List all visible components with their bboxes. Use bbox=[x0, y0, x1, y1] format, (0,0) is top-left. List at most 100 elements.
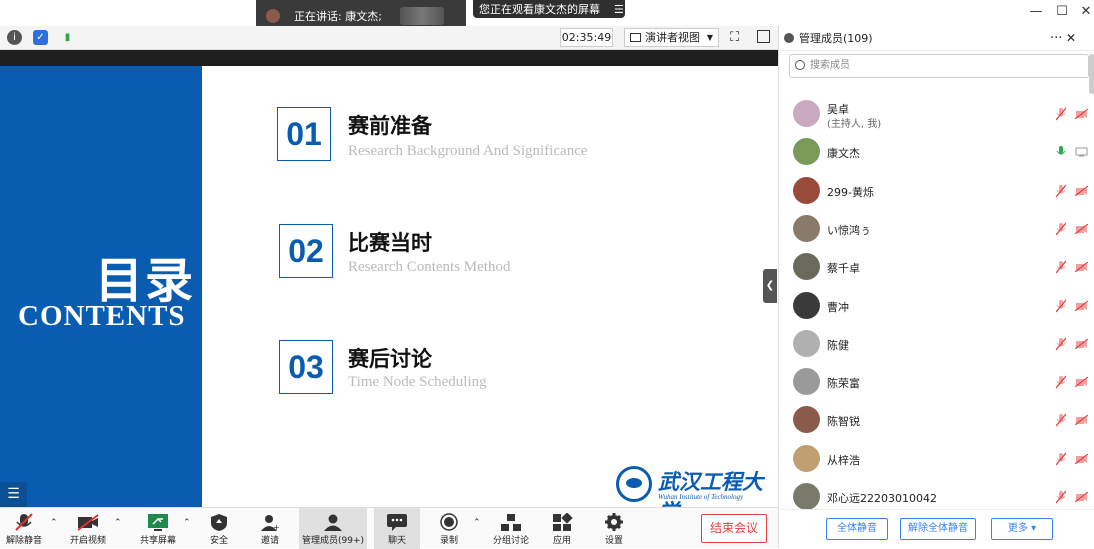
mic-muted-icon[interactable] bbox=[1055, 107, 1067, 121]
screen-share-icon[interactable] bbox=[1075, 147, 1088, 157]
chat-button[interactable]: 聊天 bbox=[374, 508, 420, 549]
video-off-icon[interactable] bbox=[1074, 376, 1089, 388]
item-number: 01 bbox=[277, 107, 331, 161]
mic-muted-icon[interactable] bbox=[1055, 299, 1067, 313]
chevron-up-icon[interactable]: ⌃ bbox=[50, 518, 58, 528]
member-row[interactable]: 曹冲 bbox=[779, 287, 1094, 325]
member-row[interactable]: 陈健 bbox=[779, 325, 1094, 363]
mic-muted-icon[interactable] bbox=[1055, 375, 1067, 389]
mic-muted-icon[interactable] bbox=[1055, 184, 1067, 198]
video-off-icon[interactable] bbox=[1074, 414, 1089, 426]
mute-all-button[interactable]: 全体静音 bbox=[826, 518, 888, 540]
mic-active-icon[interactable] bbox=[1056, 145, 1066, 159]
mic-muted-icon[interactable] bbox=[1055, 490, 1067, 504]
member-row[interactable]: 蔡千卓 bbox=[779, 248, 1094, 286]
item-title: 比赛当时 bbox=[348, 231, 432, 255]
member-role-note: (主持人, 我) bbox=[827, 119, 882, 130]
view-mode-label: 演讲者视图 bbox=[645, 31, 700, 44]
member-avatar bbox=[793, 176, 820, 204]
mic-muted-icon[interactable] bbox=[1055, 222, 1067, 236]
mic-muted-icon[interactable] bbox=[1055, 413, 1067, 427]
maximize-icon[interactable]: ☐ bbox=[1052, 3, 1072, 21]
video-off-icon[interactable] bbox=[1074, 261, 1089, 273]
security-button[interactable]: 安全 bbox=[201, 508, 237, 549]
signal-icon[interactable]: ▮ bbox=[60, 30, 75, 45]
members-icon bbox=[322, 513, 344, 532]
shared-slide: 目录 CONTENTS 01 赛前准备 Research Background … bbox=[0, 66, 778, 507]
chevron-up-icon[interactable]: ⌃ bbox=[114, 518, 122, 528]
member-name: 299-黄烁 bbox=[827, 185, 874, 199]
breakout-rooms-button[interactable]: 分组讨论 bbox=[489, 508, 533, 549]
item-title: 赛后讨论 bbox=[348, 347, 432, 371]
members-panel-header: 管理成员(109) ··· ✕ bbox=[779, 26, 1094, 51]
apps-icon bbox=[551, 512, 573, 532]
member-avatar bbox=[793, 100, 820, 127]
manage-members-button[interactable]: 管理成员(99+) bbox=[299, 508, 367, 549]
unmute-button[interactable]: 解除静音 bbox=[3, 508, 45, 549]
mic-muted-icon[interactable] bbox=[1055, 260, 1067, 274]
close-panel-icon[interactable]: ✕ bbox=[1066, 26, 1076, 51]
member-search-input[interactable]: 搜索成员 bbox=[789, 54, 1089, 78]
share-screen-button[interactable]: 共享屏幕 bbox=[136, 508, 180, 549]
member-row[interactable]: 299-黄烁 bbox=[779, 172, 1094, 210]
collapse-panel-button[interactable]: ❮ bbox=[763, 269, 777, 303]
menu-icon[interactable]: ☰ bbox=[614, 3, 624, 16]
member-avatar bbox=[793, 406, 820, 434]
security-label: 安全 bbox=[209, 536, 228, 546]
end-meeting-button[interactable]: 结束会议 bbox=[701, 514, 767, 543]
svg-text:+: + bbox=[273, 523, 280, 532]
close-icon[interactable]: ✕ bbox=[1076, 3, 1094, 21]
member-row[interactable]: 吴卓 (主持人, 我) bbox=[779, 95, 1094, 133]
member-row[interactable]: 从梓浩 bbox=[779, 440, 1094, 478]
viewing-label: 您正在观看康文杰的屏幕 bbox=[479, 3, 600, 16]
invite-button[interactable]: + 邀请 bbox=[252, 508, 288, 549]
apps-button[interactable]: 应用 bbox=[544, 508, 580, 549]
start-video-button[interactable]: 开启视频 bbox=[66, 508, 110, 549]
item-subtitle: Research Background And Significance bbox=[348, 143, 588, 159]
item-subtitle: Time Node Scheduling bbox=[348, 374, 487, 390]
unmute-label: 解除静音 bbox=[5, 536, 42, 546]
video-off-icon[interactable] bbox=[1074, 185, 1089, 197]
member-row[interactable]: い惊鸿ぅ bbox=[779, 210, 1094, 248]
speaker-video-thumbnail bbox=[399, 6, 444, 25]
unmute-all-button[interactable]: 解除全体静音 bbox=[900, 518, 976, 540]
video-off-icon[interactable] bbox=[1074, 338, 1089, 350]
share-screen-label: 共享屏幕 bbox=[139, 536, 176, 546]
more-button[interactable]: 更多 ▾ bbox=[991, 518, 1053, 540]
info-icon[interactable]: i bbox=[7, 30, 22, 45]
breakout-icon bbox=[500, 513, 522, 532]
fullscreen-icon[interactable]: ⛶ bbox=[730, 30, 739, 45]
list-icon[interactable]: ☰ bbox=[0, 482, 27, 507]
chevron-up-icon[interactable]: ⌃ bbox=[183, 518, 191, 528]
panel-scrollbar[interactable] bbox=[1089, 54, 1094, 94]
video-off-icon[interactable] bbox=[1074, 491, 1089, 503]
invite-label: 邀请 bbox=[260, 536, 279, 546]
member-row[interactable]: 陈荣富 bbox=[779, 363, 1094, 401]
chevron-up-icon[interactable]: ⌃ bbox=[473, 518, 481, 528]
share-screen-icon bbox=[147, 513, 169, 532]
video-off-icon[interactable] bbox=[1074, 108, 1089, 120]
video-off-icon[interactable] bbox=[1074, 300, 1089, 311]
video-off-icon[interactable] bbox=[1074, 223, 1089, 235]
shield-icon[interactable]: ✓ bbox=[33, 30, 48, 45]
item-subtitle: Research Contents Method bbox=[348, 259, 511, 275]
item-number: 03 bbox=[279, 340, 333, 394]
members-panel: 管理成员(109) ··· ✕ 搜索成员 吴卓 (主持人, 我) 康文杰 299-黄烁… bbox=[778, 26, 1094, 548]
more-options-icon[interactable]: ··· bbox=[1050, 26, 1062, 51]
mic-muted-icon[interactable] bbox=[1055, 337, 1067, 351]
member-row[interactable]: 康文杰 bbox=[779, 133, 1094, 171]
apps-label: 应用 bbox=[552, 536, 571, 546]
sidebar-icon[interactable] bbox=[757, 30, 770, 43]
security-icon bbox=[208, 513, 230, 532]
settings-button[interactable]: 设置 bbox=[596, 508, 632, 549]
video-off-icon[interactable] bbox=[1074, 453, 1089, 465]
view-mode-select[interactable]: 演讲者视图 ▼ bbox=[624, 28, 719, 47]
minimize-icon[interactable]: — bbox=[1026, 3, 1046, 21]
member-avatar bbox=[793, 138, 820, 166]
member-row[interactable]: 陈智锐 bbox=[779, 401, 1094, 439]
search-icon bbox=[795, 60, 805, 70]
view-mode-icon bbox=[630, 33, 641, 42]
mic-muted-icon[interactable] bbox=[1055, 452, 1067, 466]
record-button[interactable]: 录制 bbox=[431, 508, 467, 549]
viewing-banner[interactable]: 您正在观看康文杰的屏幕 ☰ bbox=[473, 0, 625, 18]
